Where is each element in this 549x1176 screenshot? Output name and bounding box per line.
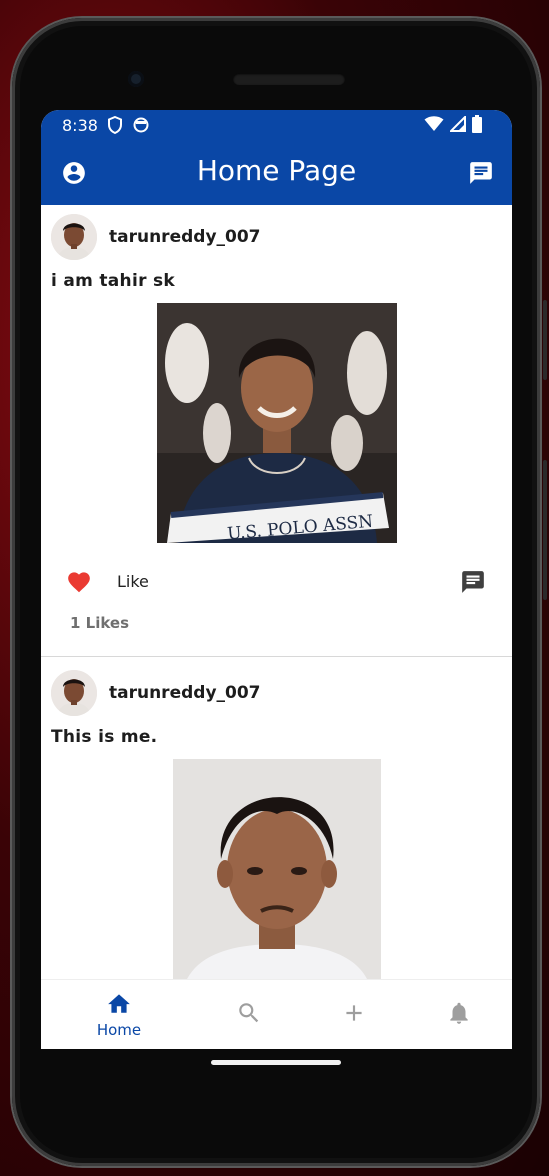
like-count: 1 Likes	[70, 614, 130, 632]
page-title: Home Page	[196, 154, 357, 187]
post-caption: i am tahir sk	[51, 271, 176, 291]
post-username[interactable]: tarunreddy_007	[109, 683, 261, 703]
app-bar: Home Page	[41, 140, 512, 205]
user-avatar[interactable]	[51, 670, 97, 716]
nav-search[interactable]	[231, 980, 267, 1049]
message-icon[interactable]	[468, 160, 494, 190]
front-camera	[128, 71, 144, 87]
volume-button	[543, 460, 547, 600]
like-button[interactable]: Like	[117, 572, 149, 591]
heart-icon[interactable]	[66, 569, 92, 597]
circle-status-icon	[133, 116, 149, 138]
signal-icon	[448, 114, 466, 136]
shield-icon	[107, 115, 123, 138]
post-image[interactable]	[172, 759, 381, 979]
post-image-wrap	[41, 759, 512, 979]
post-header[interactable]: tarunreddy_007	[41, 205, 512, 269]
post-username[interactable]: tarunreddy_007	[109, 227, 261, 247]
gesture-home-bar[interactable]	[211, 1060, 341, 1065]
status-bar: 8:38	[41, 110, 512, 140]
post-image[interactable]: U.S. POLO ASSN	[156, 303, 397, 543]
post-image-wrap: U.S. POLO ASSN	[41, 303, 512, 543]
status-time: 8:38	[62, 116, 98, 135]
comment-icon[interactable]	[460, 569, 486, 599]
user-avatar[interactable]	[51, 214, 97, 260]
wifi-icon	[424, 116, 444, 136]
add-icon	[341, 1000, 367, 1030]
post-feed[interactable]: tarunreddy_007 i am tahir sk U.S. POLO A…	[41, 205, 512, 979]
post-actions: Like 1 Likes	[41, 543, 512, 632]
nav-notifications[interactable]	[441, 980, 477, 1049]
post-card: tarunreddy_007 i am tahir sk U.S. POLO A…	[41, 205, 512, 657]
bell-icon	[446, 1000, 472, 1030]
app-screen: 8:38 Home Page tarunreddy_007 i am tahir…	[41, 110, 512, 1049]
nav-add-post[interactable]	[336, 980, 372, 1049]
earpiece-speaker	[233, 73, 345, 85]
nav-home[interactable]: Home	[81, 980, 157, 1049]
battery-icon	[472, 115, 482, 137]
post-header[interactable]: tarunreddy_007	[41, 661, 512, 725]
power-button	[543, 300, 547, 380]
home-icon	[106, 991, 132, 1019]
post-caption: This is me.	[51, 727, 158, 747]
search-icon	[236, 1000, 262, 1030]
post-card: tarunreddy_007 This is me.	[41, 661, 512, 979]
bottom-navigation: Home	[41, 979, 512, 1049]
nav-home-label: Home	[96, 1021, 142, 1039]
